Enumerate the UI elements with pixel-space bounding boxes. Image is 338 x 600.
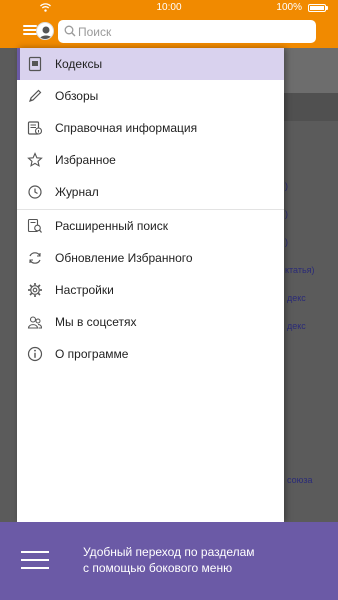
background-band	[284, 93, 338, 121]
background-text: декс	[287, 321, 306, 331]
hamburger-icon	[21, 551, 49, 569]
menu-item-label: Кодексы	[55, 57, 103, 71]
promo-banner: Удобный переход по разделам с помощью бо…	[0, 522, 338, 600]
menu-item-label: Мы в соцсетях	[55, 315, 137, 329]
background-text: союза	[287, 475, 313, 485]
background-text: )	[285, 209, 288, 219]
menu-item-label: Избранное	[55, 153, 116, 167]
menu-item-label: Обновление Избранного	[55, 251, 193, 265]
menu-item-label: Справочная информация	[55, 121, 198, 135]
people-icon	[27, 316, 43, 329]
background-text: декс	[287, 293, 306, 303]
menu-item-about[interactable]: О программе	[17, 338, 284, 370]
menu-item-reference[interactable]: Справочная информация	[17, 112, 284, 144]
menu-item-label: Журнал	[55, 185, 99, 199]
menu-item-advanced-search[interactable]: Расширенный поиск	[17, 210, 284, 242]
status-bar: 10:00 100%	[0, 0, 338, 16]
clock-icon	[28, 185, 42, 199]
menu-item-update-favorites[interactable]: Обновление Избранного	[17, 242, 284, 274]
menu-item-journal[interactable]: Журнал	[17, 176, 284, 208]
side-drawer: Кодексы Обзоры Справочная информация Изб…	[17, 48, 284, 522]
search-header	[0, 16, 338, 48]
refresh-icon	[29, 252, 41, 264]
search-input[interactable]	[78, 22, 308, 41]
reference-icon	[27, 121, 43, 135]
app-screen: 10:00 100% ) ) ) ктатья) дек	[0, 0, 338, 600]
active-indicator	[17, 48, 20, 80]
background-text: ктатья)	[285, 265, 315, 275]
star-icon	[27, 152, 43, 167]
menu-item-settings[interactable]: Настройки	[17, 274, 284, 306]
battery-icon	[308, 4, 326, 12]
menu-item-label: Настройки	[55, 283, 114, 297]
pen-icon	[29, 89, 42, 102]
search-box[interactable]	[58, 20, 316, 43]
info-icon	[27, 346, 43, 362]
menu-item-codexes[interactable]: Кодексы	[17, 48, 284, 80]
gear-icon	[28, 283, 42, 297]
menu-item-label: Расширенный поиск	[55, 219, 168, 233]
menu-item-reviews[interactable]: Обзоры	[17, 80, 284, 112]
battery-nub	[326, 6, 328, 10]
banner-line-2: с помощью бокового меню	[83, 561, 233, 575]
background-text: )	[285, 237, 288, 247]
avatar[interactable]	[36, 22, 54, 40]
battery-percent: 100%	[276, 2, 302, 13]
menu-item-label: О программе	[55, 347, 129, 361]
background-strip	[284, 48, 338, 93]
menu-item-favorites[interactable]: Избранное	[17, 144, 284, 176]
advanced-search-icon	[27, 218, 42, 233]
menu-item-label: Обзоры	[55, 89, 99, 103]
codex-icon	[28, 56, 42, 72]
banner-text: Удобный переход по разделам с помощью бо…	[83, 544, 323, 576]
search-icon	[64, 25, 76, 37]
background-text: )	[285, 181, 288, 191]
menu-item-social[interactable]: Мы в соцсетях	[17, 306, 284, 338]
banner-line-1: Удобный переход по разделам	[83, 545, 255, 559]
menu-icon[interactable]	[23, 23, 37, 37]
